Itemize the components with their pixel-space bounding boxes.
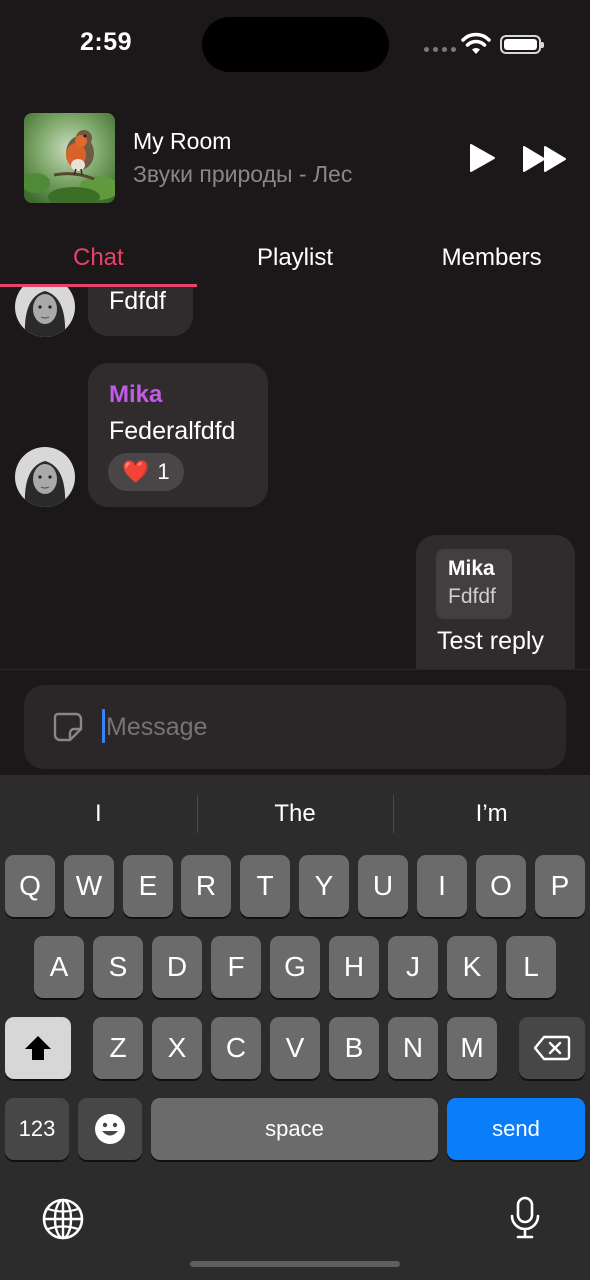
message-text: Federalfdfd: [109, 417, 236, 445]
key-n[interactable]: N: [388, 1017, 438, 1079]
message-text: Fdfdf: [109, 287, 166, 315]
key-y[interactable]: Y: [299, 855, 349, 917]
suggestion[interactable]: I: [0, 789, 197, 839]
key-v[interactable]: V: [270, 1017, 320, 1079]
message-input[interactable]: [106, 705, 536, 749]
key-h[interactable]: H: [329, 936, 379, 998]
room-name: My Room: [133, 128, 232, 154]
shift-icon: [25, 1036, 51, 1060]
key-g[interactable]: G: [270, 936, 320, 998]
key-r[interactable]: R: [181, 855, 231, 917]
chat-messages[interactable]: Fdfdf Mika Federalfdfd ❤️ 1 Mika Fdfdf T…: [0, 287, 590, 669]
microphone-icon[interactable]: [508, 1196, 542, 1240]
tab-members[interactable]: Members: [393, 236, 590, 286]
message-bubble[interactable]: Mika Federalfdfd ❤️ 1: [88, 363, 268, 507]
sticker-icon[interactable]: [52, 711, 84, 743]
key-w[interactable]: W: [64, 855, 114, 917]
message-bubble[interactable]: Fdfdf: [88, 287, 193, 336]
key-e[interactable]: E: [123, 855, 173, 917]
key-p[interactable]: P: [535, 855, 585, 917]
outgoing-message-bubble[interactable]: Mika Fdfdf Test reply: [416, 535, 575, 669]
backspace-icon: [533, 1035, 571, 1061]
send-key-label: send: [492, 1116, 540, 1141]
key-q[interactable]: Q: [5, 855, 55, 917]
app-screen: 2:59 My Room Звуки природы - Лес Chat Pl…: [0, 0, 590, 1280]
key-d[interactable]: D: [152, 936, 202, 998]
emoji-icon: [95, 1114, 125, 1144]
key-t[interactable]: T: [240, 855, 290, 917]
key-m[interactable]: M: [447, 1017, 497, 1079]
dynamic-island: [202, 17, 389, 72]
key-o[interactable]: O: [476, 855, 526, 917]
key-k[interactable]: K: [447, 936, 497, 998]
avatar[interactable]: [15, 287, 75, 337]
key-a[interactable]: A: [34, 936, 84, 998]
suggestion[interactable]: I’m: [393, 789, 590, 839]
play-icon[interactable]: [468, 143, 496, 173]
suggestion[interactable]: The: [196, 789, 394, 839]
tab-chat[interactable]: Chat: [0, 236, 197, 286]
album-cover: [24, 113, 115, 203]
numbers-key-label: 123: [18, 1116, 56, 1141]
key-l[interactable]: L: [506, 936, 556, 998]
key-x[interactable]: X: [152, 1017, 202, 1079]
key-s[interactable]: S: [93, 936, 143, 998]
key-i[interactable]: I: [417, 855, 467, 917]
message-input-box[interactable]: [24, 685, 566, 769]
status-time: 2:59: [80, 28, 133, 56]
fast-forward-icon[interactable]: [522, 145, 568, 173]
reply-quote[interactable]: Mika Fdfdf: [436, 549, 512, 619]
globe-icon[interactable]: [42, 1198, 84, 1240]
tab-bar: Chat Playlist Members: [0, 236, 590, 286]
numbers-key[interactable]: 123: [5, 1098, 69, 1160]
send-key[interactable]: send: [447, 1098, 585, 1160]
predictive-bar: I The I’m: [0, 789, 590, 839]
cellular-signal-icon: [424, 47, 456, 52]
reaction-chip[interactable]: ❤️ 1: [108, 453, 184, 491]
tab-playlist[interactable]: Playlist: [197, 236, 394, 286]
key-z[interactable]: Z: [93, 1017, 143, 1079]
composer-bar: [0, 669, 590, 775]
home-indicator[interactable]: [190, 1261, 400, 1267]
reaction-count: 1: [157, 459, 170, 484]
key-c[interactable]: C: [211, 1017, 261, 1079]
heart-icon: ❤️: [122, 459, 150, 484]
track-name: Звуки природы - Лес: [133, 161, 353, 187]
emoji-key[interactable]: [78, 1098, 142, 1160]
shift-key[interactable]: [5, 1017, 71, 1079]
backspace-key[interactable]: [519, 1017, 585, 1079]
key-b[interactable]: B: [329, 1017, 379, 1079]
space-key[interactable]: space: [151, 1098, 438, 1160]
key-f[interactable]: F: [211, 936, 261, 998]
reply-quote-text: Fdfdf: [448, 585, 496, 608]
reply-quote-name: Mika: [448, 557, 495, 580]
battery-icon: [500, 35, 544, 54]
wifi-icon: [461, 32, 491, 54]
key-j[interactable]: J: [388, 936, 438, 998]
space-key-label: space: [265, 1116, 324, 1141]
text-cursor: [102, 709, 105, 743]
avatar[interactable]: [15, 447, 75, 507]
key-u[interactable]: U: [358, 855, 408, 917]
message-text: Test reply: [437, 627, 544, 655]
sender-name: Mika: [109, 381, 163, 408]
